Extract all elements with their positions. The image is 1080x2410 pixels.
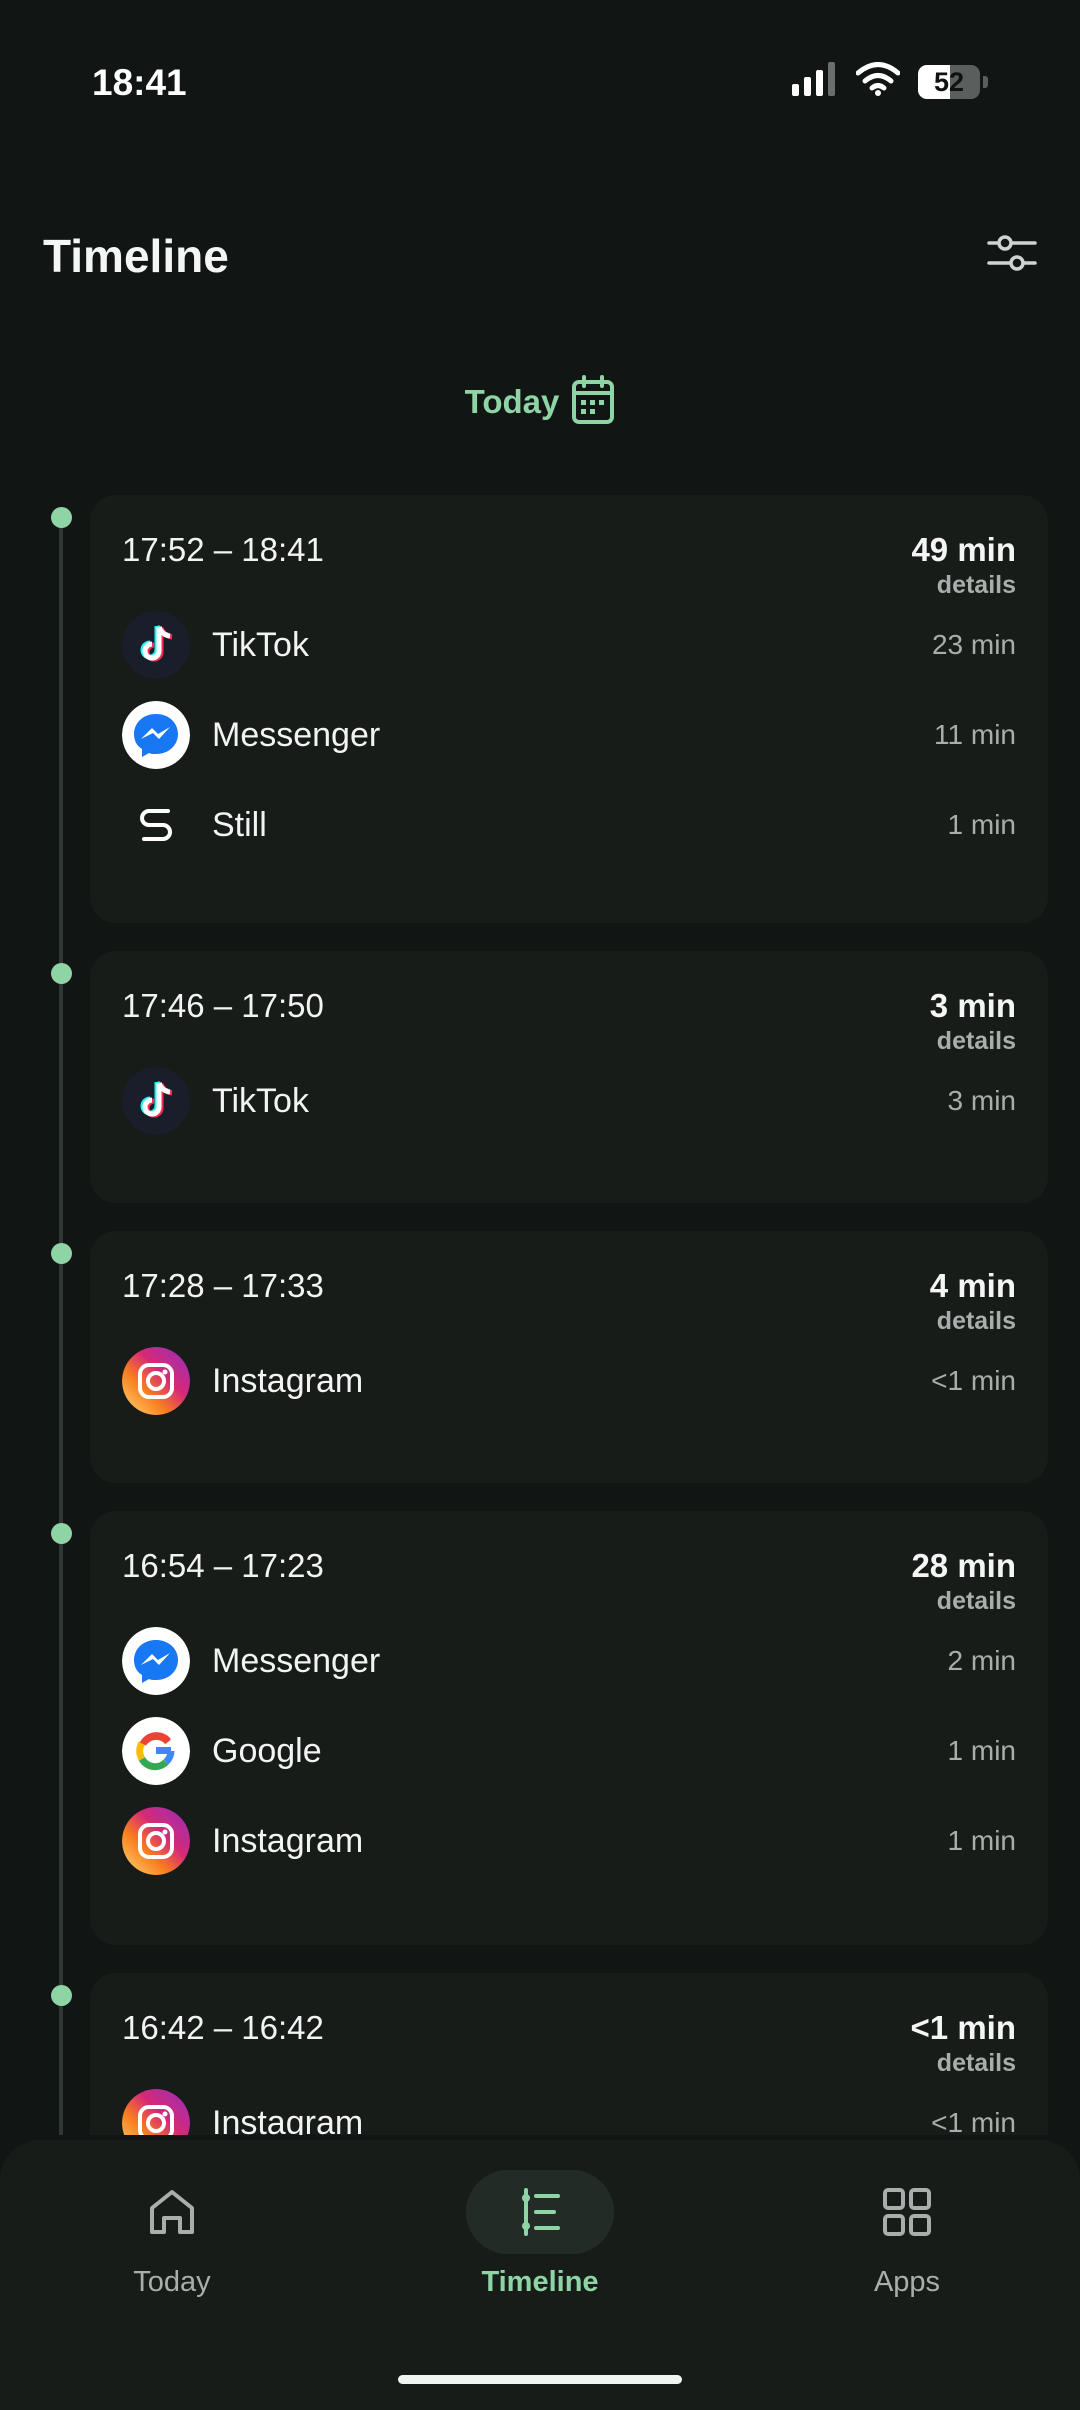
filter-button[interactable] <box>984 227 1040 283</box>
app-name: Instagram <box>212 1361 364 1400</box>
app-duration: 1 min <box>947 809 1016 840</box>
session-details-link[interactable]: details <box>937 1307 1016 1336</box>
session-time-range: 16:54 – 17:23 <box>122 1547 324 1584</box>
messenger-icon <box>122 1627 190 1695</box>
nav-label: Apps <box>873 2266 941 2298</box>
app-name: Google <box>212 1731 322 1770</box>
session-details-link[interactable]: details <box>937 1587 1016 1616</box>
timeline-dot <box>51 1985 72 2006</box>
timeline-dot <box>51 963 72 984</box>
app-usage-row[interactable]: Google 1 min <box>122 1716 1016 1786</box>
session-time-range: 17:28 – 17:33 <box>122 1267 324 1304</box>
tiktok-icon <box>122 1067 190 1135</box>
session-card[interactable]: 17:46 – 17:50 3 min details TikTok 3 min <box>51 951 1048 1203</box>
app-duration: 1 min <box>947 1825 1016 1856</box>
app-name: Messenger <box>212 1641 381 1680</box>
session-card[interactable]: 17:52 – 18:41 49 min details TikTok 23 min … <box>51 495 1048 923</box>
instagram-icon <box>122 1347 190 1415</box>
app-usage-row[interactable]: Instagram <1 min <box>122 2088 1016 2135</box>
sliders-icon <box>987 229 1037 282</box>
session-card[interactable]: 16:42 – 16:42 <1 min details Instagram <1 m… <box>51 1973 1048 2135</box>
bottom-nav: Today Timeline Apps <box>0 2140 1080 2410</box>
app-duration: 2 min <box>947 1645 1016 1676</box>
timeline-dot <box>51 507 72 528</box>
session-total-duration: 3 min <box>929 987 1016 1024</box>
tiktok-icon <box>122 611 190 679</box>
session-time-range: 17:46 – 17:50 <box>122 987 324 1024</box>
instagram-icon <box>122 2089 190 2135</box>
app-name: TikTok <box>212 625 309 664</box>
date-label: Today <box>464 383 560 420</box>
app-usage-row[interactable]: Still 1 min <box>122 790 1016 860</box>
session-total-duration: 4 min <box>929 1267 1016 1304</box>
app-duration: <1 min <box>931 1365 1016 1396</box>
app-usage-row[interactable]: Instagram 1 min <box>122 1806 1016 1876</box>
grid-icon <box>833 2170 981 2254</box>
status-icons: 52 <box>792 62 988 101</box>
home-indicator[interactable] <box>398 2375 682 2384</box>
app-usage-row[interactable]: Messenger 2 min <box>122 1626 1016 1696</box>
signal-icon <box>792 62 838 101</box>
app-name: Messenger <box>212 715 381 754</box>
google-icon <box>122 1717 190 1785</box>
nav-label: Today <box>133 2266 211 2298</box>
session-total-duration: 49 min <box>911 531 1016 568</box>
session-time-range: 16:42 – 16:42 <box>122 2009 324 2046</box>
session-details-link[interactable]: details <box>937 2049 1016 2078</box>
battery-icon: 52 <box>918 64 988 99</box>
page-title: Timeline <box>43 230 229 282</box>
nav-label: Timeline <box>481 2266 599 2298</box>
session-details-link[interactable]: details <box>937 1027 1016 1056</box>
status-bar: 18:41 52 <box>0 0 1080 170</box>
app-duration: 3 min <box>947 1085 1016 1116</box>
app-duration: <1 min <box>931 2107 1016 2135</box>
app-duration: 11 min <box>934 719 1016 750</box>
timeline-list[interactable]: 17:52 – 18:41 49 min details TikTok 23 min … <box>0 495 1080 2135</box>
app-usage-row[interactable]: TikTok 23 min <box>122 610 1016 680</box>
session-total-duration: 28 min <box>911 1547 1016 1584</box>
nav-item-apps[interactable]: Apps <box>787 2170 1027 2330</box>
app-duration: 23 min <box>931 629 1016 660</box>
status-time: 18:41 <box>92 62 187 103</box>
app-name: Instagram <box>212 1821 364 1860</box>
app-name: Instagram <box>212 2103 364 2136</box>
app-usage-row[interactable]: Instagram <1 min <box>122 1346 1016 1416</box>
instagram-icon <box>122 1807 190 1875</box>
app-name: TikTok <box>212 1081 309 1120</box>
session-card[interactable]: 17:28 – 17:33 4 min details Instagram <1 mi… <box>51 1231 1048 1483</box>
timeline-icon <box>466 2170 614 2254</box>
nav-item-today[interactable]: Today <box>52 2170 292 2330</box>
calendar-icon <box>571 374 615 430</box>
app-name: Still <box>212 805 267 844</box>
wifi-icon <box>855 62 901 101</box>
session-details-link[interactable]: details <box>937 571 1016 600</box>
date-selector[interactable]: Today <box>0 372 1080 432</box>
home-icon <box>98 2170 246 2254</box>
app-usage-row[interactable]: TikTok 3 min <box>122 1066 1016 1136</box>
session-total-duration: <1 min <box>910 2009 1016 2046</box>
still-icon <box>122 791 190 859</box>
timeline-dot <box>51 1243 72 1264</box>
header: Timeline <box>0 215 1080 295</box>
timeline-line <box>59 520 63 2135</box>
nav-item-timeline[interactable]: Timeline <box>420 2170 660 2330</box>
messenger-icon <box>122 701 190 769</box>
timeline-dot <box>51 1523 72 1544</box>
app-usage-row[interactable]: Messenger 11 min <box>122 700 1016 770</box>
battery-level: 52 <box>933 66 965 97</box>
session-time-range: 17:52 – 18:41 <box>122 531 324 568</box>
app-duration: 1 min <box>947 1735 1016 1766</box>
session-card[interactable]: 16:54 – 17:23 28 min details Messenger 2 mi… <box>51 1511 1048 1945</box>
